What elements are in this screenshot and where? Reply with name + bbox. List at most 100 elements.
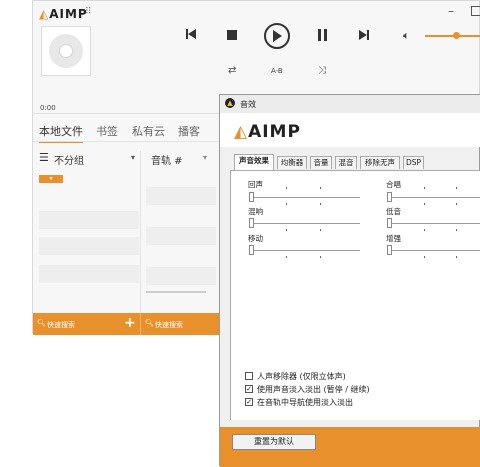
tab-bookmarks[interactable]: 书签 [96, 123, 118, 139]
disc-icon [49, 34, 83, 68]
bar-divider [140, 313, 141, 335]
table-row [146, 227, 216, 245]
dialog-logo: ◭AIMP [234, 122, 301, 142]
maximize-button[interactable] [471, 6, 480, 16]
next-track-button[interactable] [358, 29, 370, 44]
echo-slider-track [250, 197, 360, 198]
tab-dsp[interactable]: DSP [403, 156, 424, 169]
tick [320, 203, 321, 205]
effects-panel [230, 170, 480, 420]
tab-mixing[interactable]: 混音 [335, 156, 357, 169]
reset-defaults-button[interactable]: 重置为默认 [232, 434, 316, 450]
bass-slider-track [388, 223, 480, 224]
list-item [39, 237, 139, 255]
tick [320, 256, 321, 258]
reverb-slider-track [250, 223, 360, 224]
shift-label: 移动 [248, 234, 263, 243]
ab-repeat-button[interactable]: A-B [271, 67, 283, 75]
tick [456, 256, 457, 258]
table-row [146, 187, 216, 205]
pause-button[interactable] [318, 29, 328, 44]
chorus-slider[interactable] [387, 192, 392, 202]
tab-local-files[interactable]: 本地文件 [39, 123, 83, 143]
play-button[interactable] [264, 23, 290, 49]
reverb-slider[interactable] [249, 218, 254, 228]
tick [320, 187, 321, 189]
tick [286, 229, 287, 231]
next-icon [359, 30, 369, 40]
enhance-slider[interactable] [387, 245, 392, 255]
shuffle-icon[interactable]: ⤨ [318, 65, 326, 76]
search-input-left[interactable]: 快速搜索 [47, 320, 75, 330]
aimp-icon: ▲ [225, 98, 235, 108]
echo-label: 回声 [248, 180, 263, 189]
tick [424, 229, 425, 231]
add-button[interactable]: + [124, 315, 136, 331]
title-bar: ◭AIMP ⠿ – [33, 1, 480, 27]
time-display: 0:00 [40, 104, 56, 112]
enhance-slider-track [388, 250, 480, 251]
chorus-slider-track [388, 197, 480, 198]
tick [286, 187, 287, 189]
group-selector[interactable]: 不分组 [54, 152, 84, 167]
chevron-down-icon[interactable]: ▾ [131, 153, 135, 162]
enhance-label: 增强 [386, 234, 401, 243]
search-icon[interactable]: 🔍︎ [37, 319, 46, 327]
dropdown-icon: ▾ [49, 175, 53, 182]
bass-slider[interactable] [387, 218, 392, 228]
search-icon[interactable]: 🔍︎ [145, 319, 154, 327]
tick [286, 256, 287, 258]
list-item [39, 211, 139, 229]
track-column-header[interactable]: 音轨 # [151, 152, 183, 167]
shift-slider-track [250, 250, 360, 251]
stop-button[interactable] [227, 30, 237, 40]
tab-equalizer[interactable]: 均衡器 [277, 156, 307, 169]
play-icon [273, 30, 282, 42]
tab-volume[interactable]: 音量 [310, 156, 332, 169]
repeat-off-icon[interactable]: ⇄ [228, 65, 236, 76]
tick [320, 229, 321, 231]
list-item [39, 265, 139, 283]
filter-icon[interactable]: ▾ [203, 153, 207, 162]
sound-effects-dialog: ▲ 音效 ◭AIMP 声音效果 均衡器 音量 混音 移除无声 DSP 回声 合唱… [219, 94, 480, 467]
tab-sound-effects[interactable]: 声音效果 [234, 154, 274, 170]
group-menu-icon[interactable]: ☰ [39, 151, 49, 164]
tick [424, 256, 425, 258]
echo-slider[interactable] [249, 192, 254, 202]
minimize-button[interactable]: – [448, 4, 454, 18]
tick [286, 203, 287, 205]
tick [456, 187, 457, 189]
fade-navigation-label: 在音轨中导航使用淡入淡出 [257, 398, 353, 407]
previous-icon [186, 29, 196, 39]
previous-track-button[interactable] [185, 28, 197, 44]
volume-thumb[interactable] [453, 32, 460, 39]
volume-icon[interactable]: 🔈︎ [403, 29, 410, 43]
group-badge[interactable]: ▾ [39, 175, 63, 183]
fade-pause-label: 使用声音淡入淡出 (暂停 / 继续) [257, 385, 370, 394]
table-row [146, 267, 216, 285]
tick [424, 203, 425, 205]
panel-divider [140, 151, 141, 313]
scrollbar[interactable] [146, 291, 206, 293]
tab-private-cloud[interactable]: 私有云 [132, 123, 165, 139]
album-cover [41, 26, 91, 76]
dialog-title: 音效 [240, 100, 256, 109]
vocal-remover-label: 人声移除器 (仅限立体声) [257, 372, 346, 381]
tick [424, 187, 425, 189]
tick [456, 229, 457, 231]
dialog-header: ◭AIMP [220, 113, 480, 147]
app-logo: ◭AIMP [39, 7, 88, 21]
reverb-label: 混响 [248, 207, 263, 216]
shift-slider[interactable] [249, 245, 254, 255]
dialog-titlebar: ▲ 音效 [220, 95, 480, 113]
bass-label: 低音 [386, 207, 401, 216]
tab-podcasts[interactable]: 播客 [178, 123, 200, 139]
pause-icon [318, 29, 327, 41]
tab-remove-silence[interactable]: 移除无声 [360, 156, 400, 169]
grip-icon[interactable]: ⠿ [85, 7, 92, 17]
tick [456, 203, 457, 205]
vocal-remover-checkbox[interactable] [245, 372, 253, 380]
search-input-right[interactable]: 快速搜索 [155, 320, 183, 330]
fade-pause-checkbox[interactable]: ✓ [245, 385, 253, 393]
fade-navigation-checkbox[interactable]: ✓ [245, 398, 253, 406]
